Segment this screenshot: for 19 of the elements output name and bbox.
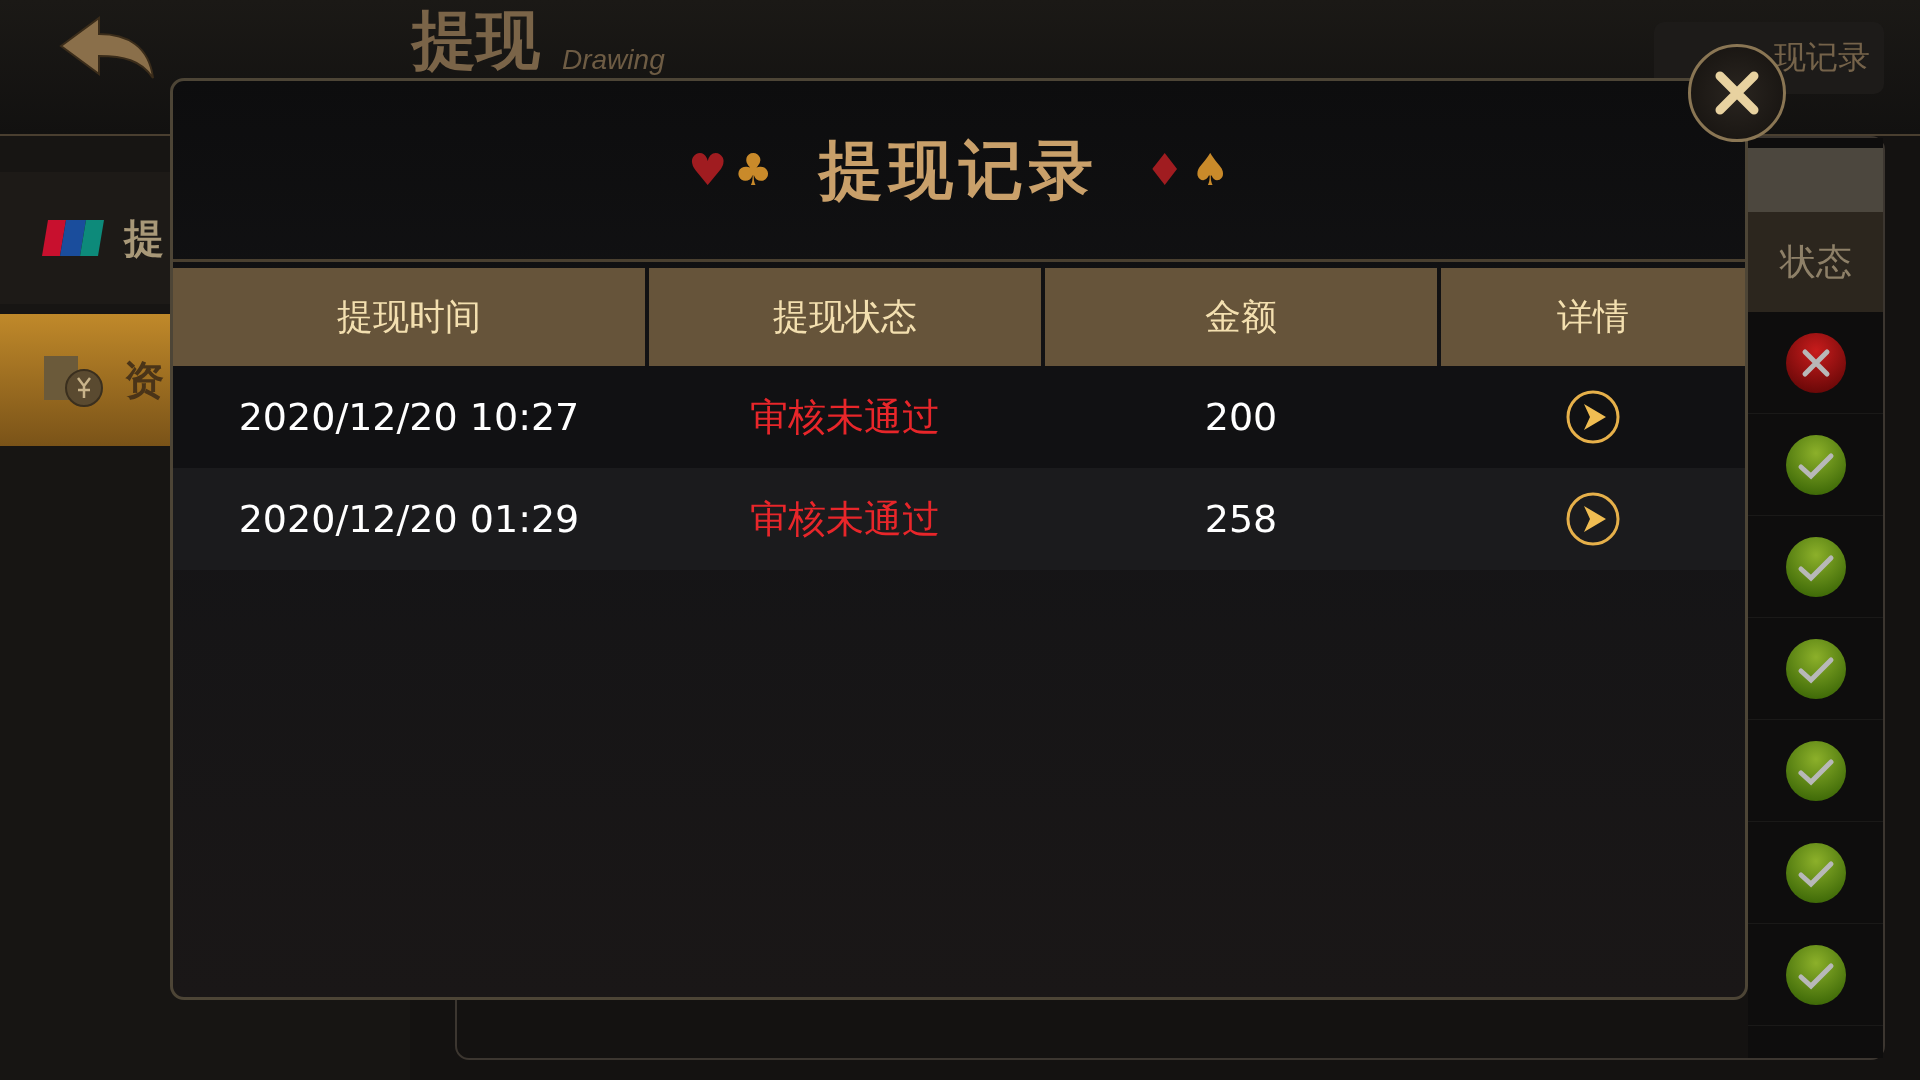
suit-symbol: ♠ <box>1190 148 1230 192</box>
page-subtitle: Drawing <box>562 43 665 77</box>
page-title: 提现 <box>412 2 540 79</box>
table-cell-text: 审核未通过 <box>749 393 941 441</box>
suit-symbol: ♥ <box>688 148 728 192</box>
table-cell-text: 200 <box>1203 394 1279 441</box>
column-header: 金额 <box>1045 268 1437 366</box>
suit-symbol: ♣ <box>733 148 773 192</box>
column-header: 详情 <box>1441 268 1745 366</box>
table-cell-text: 2020/12/20 01:29 <box>237 496 581 543</box>
table-cell-text: 审核未通过 <box>749 495 941 543</box>
table-cell-text: 258 <box>1203 496 1279 543</box>
column-header: 提现时间 <box>173 268 645 366</box>
table-cell-text: 2020/12/20 10:27 <box>237 394 581 441</box>
column-header: 提现状态 <box>649 268 1041 366</box>
dialog-title: 提现记录 <box>819 131 1099 209</box>
suit-symbol: ♦ <box>1145 148 1185 192</box>
status-heading: 状态 <box>1748 212 1883 312</box>
bank-card-icon <box>40 218 106 258</box>
